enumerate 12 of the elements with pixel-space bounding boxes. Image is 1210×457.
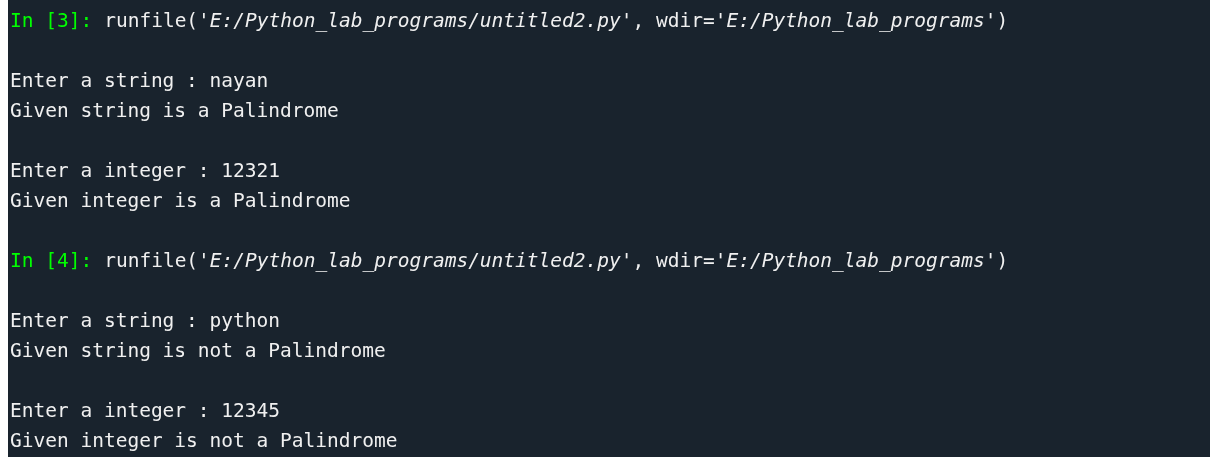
input-prompt: In [3]:	[10, 8, 93, 34]
output-line: Enter a integer : 12321	[10, 158, 281, 184]
output-line: Enter a string : nayan	[10, 68, 269, 94]
output-line: Enter a integer : 12345	[10, 398, 281, 424]
code-line: runfile('E:/Python_lab_programs/untitled2.py', wdir='E:/Python_lab_programs')	[104, 248, 1009, 274]
output-line: Given string is not a Palindrome	[10, 338, 386, 364]
input-prompt: In [4]:	[10, 248, 93, 274]
code-line: runfile('E:/Python_lab_programs/untitled2.py', wdir='E:/Python_lab_programs')	[104, 8, 1009, 34]
output-line: Given string is a Palindrome	[10, 98, 339, 124]
output-line: Given integer is not a Palindrome	[10, 428, 398, 454]
output-line: Given integer is a Palindrome	[10, 188, 351, 214]
output-line: Enter a string : python	[10, 308, 281, 334]
